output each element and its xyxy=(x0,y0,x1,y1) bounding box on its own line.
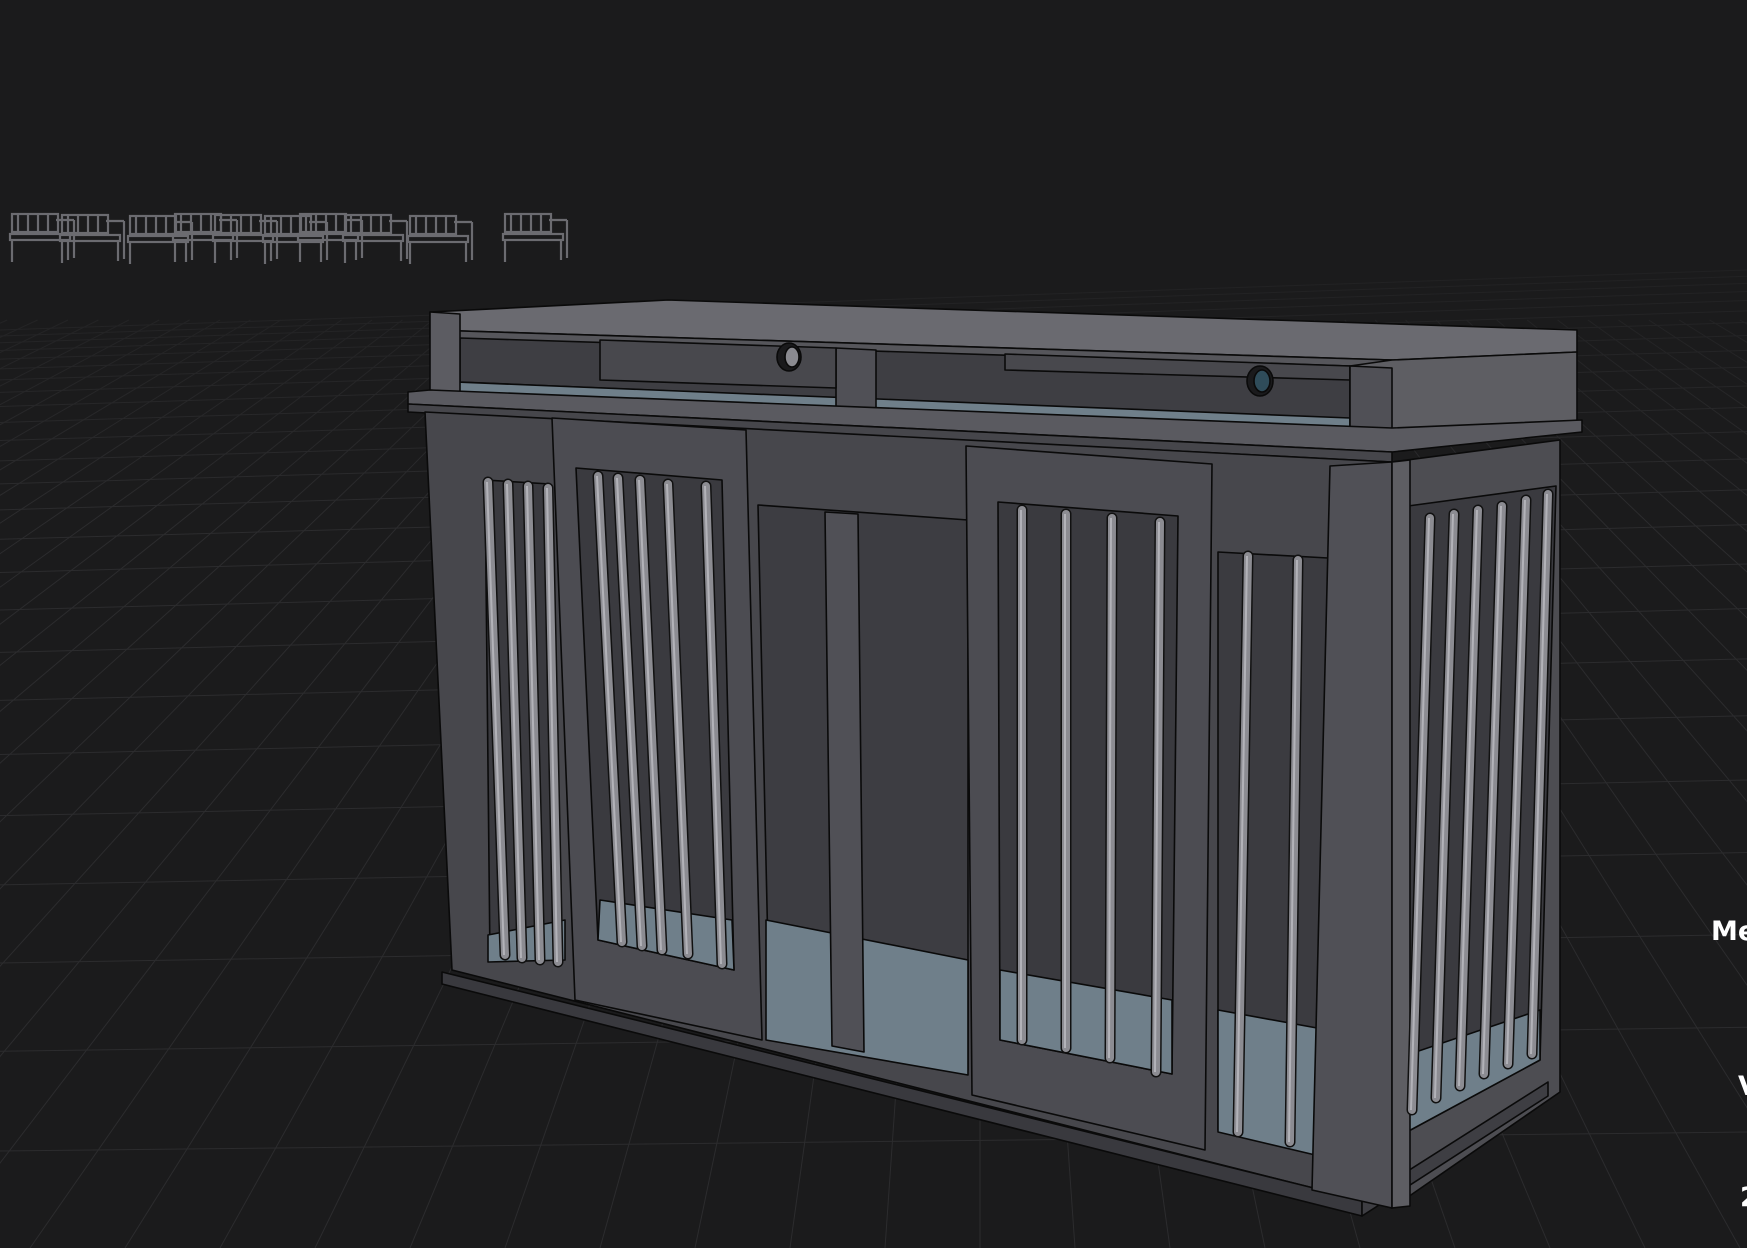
side-panel-label: Me xyxy=(1711,916,1747,947)
side-panel-label: V xyxy=(1738,1073,1747,1100)
crate-cabinet-model[interactable] xyxy=(407,299,1583,1217)
circle-icon xyxy=(1246,365,1274,397)
side-panel-label: 2 xyxy=(1740,1184,1747,1211)
3d-viewport[interactable] xyxy=(0,0,1747,1248)
circle-icon xyxy=(776,342,802,372)
